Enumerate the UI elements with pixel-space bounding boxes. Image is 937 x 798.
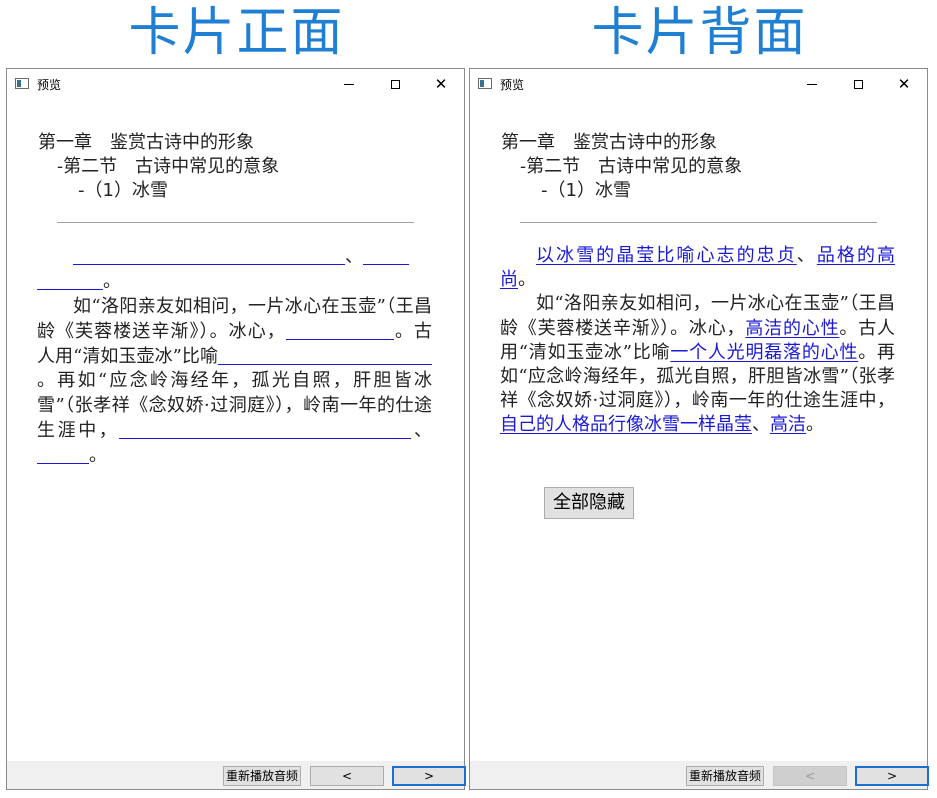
blank-1 bbox=[73, 244, 345, 265]
hide-all-button[interactable]: 全部隐藏 bbox=[544, 487, 634, 519]
next-button[interactable]: > bbox=[855, 766, 929, 786]
blank-4-cont bbox=[284, 344, 432, 365]
breadcrumb-section: -第二节 古诗中常见的意象 bbox=[57, 156, 280, 177]
breadcrumb-section: -第二节 古诗中常见的意象 bbox=[520, 156, 743, 177]
blank-5-cont bbox=[203, 418, 412, 439]
blank-2-cont bbox=[37, 269, 103, 291]
app-window-icon bbox=[15, 78, 29, 89]
replay-audio-button[interactable]: 重新播放音频 bbox=[686, 766, 764, 786]
status-bar: 重新播放音频 < > bbox=[7, 761, 466, 789]
text-sep2: 、 bbox=[752, 414, 770, 436]
front-heading: 卡片正面 bbox=[128, 3, 345, 63]
blank-6 bbox=[37, 443, 89, 464]
app-window-icon bbox=[478, 78, 492, 89]
card-content: 第一章 鉴赏古诗中的形象 -第二节 古诗中常见的意象 -（1）冰雪 、 。 如“… bbox=[7, 99, 464, 761]
blank-5 bbox=[119, 418, 204, 439]
minimize-button[interactable] bbox=[326, 69, 372, 99]
next-button[interactable]: > bbox=[392, 766, 466, 786]
preview-window-back: 预览 ✕ 第一章 鉴赏古诗中的形象 -第二节 古诗中常见的意象 -（1）冰雪 以… bbox=[469, 68, 929, 790]
blank-3-cont bbox=[307, 319, 394, 340]
preview-window-front: 预览 ✕ 第一章 鉴赏古诗中的形象 -第二节 古诗中常见的意象 -（1）冰雪 、… bbox=[6, 68, 466, 790]
close-button[interactable]: ✕ bbox=[418, 69, 464, 99]
minimize-icon bbox=[344, 83, 354, 85]
status-bar: 重新播放音频 < > bbox=[470, 761, 929, 789]
answer-6: 高洁 bbox=[770, 414, 806, 436]
blank-4 bbox=[218, 344, 284, 365]
prev-button[interactable]: < bbox=[310, 766, 384, 786]
prev-button[interactable]: < bbox=[773, 766, 847, 786]
text-sep1: 、 bbox=[796, 245, 817, 266]
text-sep1: 、 bbox=[345, 246, 363, 268]
breadcrumb-item: -（1）冰雪 bbox=[541, 180, 631, 201]
title-bar[interactable]: 预览 ✕ bbox=[7, 69, 464, 99]
text-end1: 。 bbox=[103, 271, 121, 293]
close-icon: ✕ bbox=[897, 75, 911, 93]
window-title: 预览 bbox=[37, 78, 62, 92]
divider bbox=[57, 222, 414, 223]
breadcrumb-chapter: 第一章 鉴赏古诗中的形象 bbox=[38, 132, 254, 153]
maximize-icon bbox=[853, 79, 863, 89]
card-content: 第一章 鉴赏古诗中的形象 -第二节 古诗中常见的意象 -（1）冰雪 以冰雪的晶莹… bbox=[470, 99, 927, 761]
title-bar[interactable]: 预览 ✕ bbox=[470, 69, 927, 99]
blank-3 bbox=[285, 319, 308, 340]
card-passage: 以冰雪的晶莹比喻心志的忠贞、品格的高尚。 如“洛阳亲友如相问，一片冰心在玉壶”（… bbox=[500, 244, 895, 438]
text-end2: 。 bbox=[89, 445, 107, 467]
answer-5: 自己的人格品行像冰雪一样晶莹 bbox=[500, 414, 752, 436]
maximize-button[interactable] bbox=[372, 69, 418, 99]
divider bbox=[520, 222, 877, 223]
breadcrumb: 第一章 鉴赏古诗中的形象 -第二节 古诗中常见的意象 -（1）冰雪 bbox=[38, 131, 279, 203]
minimize-button[interactable] bbox=[789, 69, 835, 99]
close-button[interactable]: ✕ bbox=[881, 69, 927, 99]
maximize-button[interactable] bbox=[835, 69, 881, 99]
text-end2: 。 bbox=[806, 414, 824, 436]
minimize-icon bbox=[807, 83, 817, 85]
text-end1: 。 bbox=[518, 269, 536, 291]
back-heading: 卡片背面 bbox=[591, 3, 808, 63]
text-sep2: 、 bbox=[411, 419, 433, 441]
card-passage: 、 。 如“洛阳亲友如相问，一片冰心在玉壶”（王昌龄《芙蓉楼送辛渐》）。冰心，。… bbox=[37, 244, 432, 468]
close-icon: ✕ bbox=[434, 75, 448, 93]
answer-4: 一个人光明磊落的心性 bbox=[670, 341, 859, 363]
answer-3: 高洁的心性 bbox=[745, 317, 840, 339]
answer-1: 以冰雪的晶莹比喻心志的忠贞 bbox=[536, 245, 797, 266]
window-title: 预览 bbox=[500, 78, 525, 92]
replay-audio-button[interactable]: 重新播放音频 bbox=[223, 766, 301, 786]
breadcrumb-item: -（1）冰雪 bbox=[78, 180, 168, 201]
breadcrumb-chapter: 第一章 鉴赏古诗中的形象 bbox=[501, 132, 717, 153]
breadcrumb: 第一章 鉴赏古诗中的形象 -第二节 古诗中常见的意象 -（1）冰雪 bbox=[501, 131, 742, 203]
maximize-icon bbox=[390, 79, 400, 89]
blank-2 bbox=[363, 244, 409, 265]
